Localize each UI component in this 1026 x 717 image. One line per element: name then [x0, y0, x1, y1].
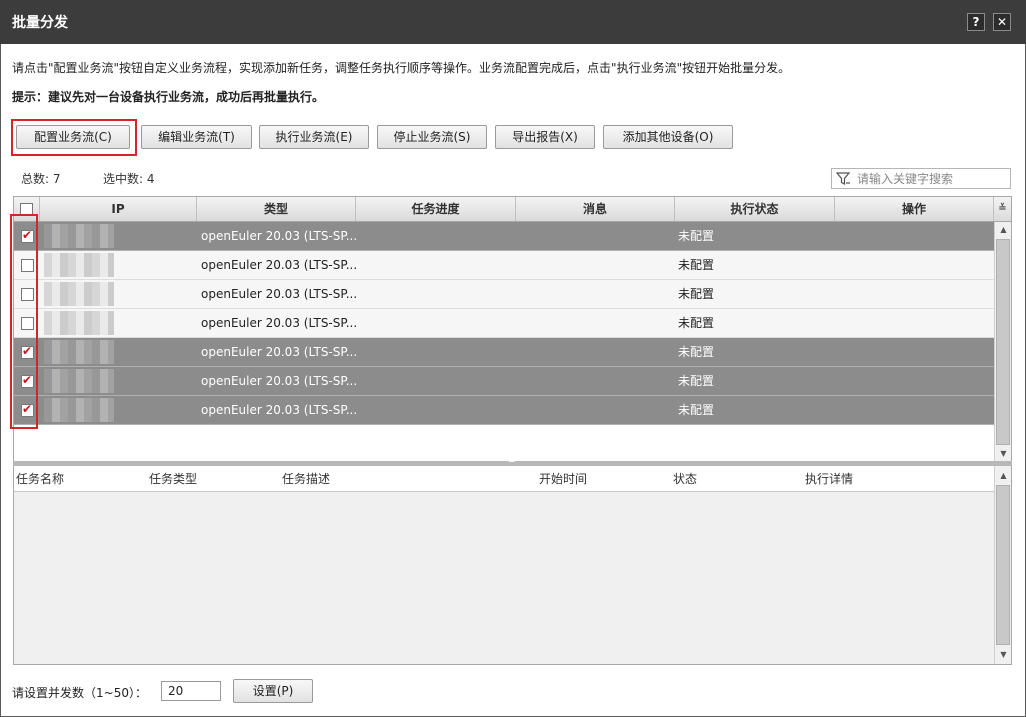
scroll-up-icon[interactable]: ▲ [995, 222, 1011, 238]
row-type: openEuler 20.03 (LTS-SP... [201, 287, 358, 301]
col-message[interactable]: 消息 [516, 197, 675, 221]
device-row[interactable]: openEuler 20.03 (LTS-SP... 未配置 [14, 251, 994, 280]
device-row[interactable]: openEuler 20.03 (LTS-SP... 未配置 [14, 338, 994, 367]
row-checkbox[interactable] [21, 317, 34, 330]
ip-redacted [44, 282, 114, 306]
task-scroll-thumb[interactable] [996, 485, 1010, 645]
tip-text: 提示：建议先对一台设备执行业务流，成功后再批量执行。 [12, 90, 325, 104]
select-all-checkbox[interactable] [20, 203, 33, 216]
row-type: openEuler 20.03 (LTS-SP... [201, 345, 358, 359]
column-menu-icon[interactable]: ≚ [994, 197, 1011, 221]
concurrency-input[interactable] [161, 681, 221, 701]
ip-redacted [44, 369, 114, 393]
device-table-header: IP 类型 任务进度 消息 执行状态 操作 ≚ [14, 197, 1011, 222]
configure-workflow-button[interactable]: 配置业务流(C) [16, 125, 130, 149]
device-row[interactable]: openEuler 20.03 (LTS-SP... 未配置 [14, 280, 994, 309]
task-table-header: 任务名称 任务类型 任务描述 开始时间 状态 执行详情 [14, 466, 994, 492]
task-scroll-down-icon[interactable]: ▼ [995, 647, 1012, 663]
col-action[interactable]: 操作 [835, 197, 994, 221]
col-task-status: 状态 [673, 472, 698, 486]
row-status: 未配置 [678, 287, 715, 301]
scroll-down-icon[interactable]: ▼ [995, 446, 1011, 462]
selected-count: 选中数: 4 [103, 172, 155, 186]
row-type: openEuler 20.03 (LTS-SP... [201, 258, 358, 272]
device-row[interactable]: openEuler 20.03 (LTS-SP... 未配置 [14, 367, 994, 396]
device-row[interactable]: openEuler 20.03 (LTS-SP... 未配置 [14, 309, 994, 338]
total-count: 总数: 7 [21, 172, 61, 186]
row-type: openEuler 20.03 (LTS-SP... [201, 229, 358, 243]
row-checkbox[interactable] [21, 344, 34, 359]
row-status: 未配置 [678, 403, 715, 417]
col-type[interactable]: 类型 [197, 197, 356, 221]
add-device-button[interactable]: 添加其他设备(O) [603, 125, 733, 149]
col-task-type: 任务类型 [149, 472, 198, 486]
row-type: openEuler 20.03 (LTS-SP... [201, 316, 358, 330]
intro-text: 请点击"配置业务流"按钮自定义业务流程，实现添加新任务，调整任务执行顺序等操作。… [12, 61, 791, 75]
ip-redacted [44, 398, 114, 422]
row-status: 未配置 [678, 258, 715, 272]
device-row[interactable]: openEuler 20.03 (LTS-SP... 未配置 [14, 222, 994, 251]
device-table: IP 类型 任务进度 消息 执行状态 操作 ≚ openEuler 20.03 … [13, 196, 1012, 463]
col-task-name: 任务名称 [16, 472, 65, 486]
row-checkbox[interactable] [21, 228, 34, 243]
col-status[interactable]: 执行状态 [675, 197, 835, 221]
close-icon[interactable]: ✕ [993, 13, 1011, 31]
help-icon[interactable]: ? [967, 13, 985, 31]
row-checkbox[interactable] [21, 402, 34, 417]
export-report-button[interactable]: 导出报告(X) [495, 125, 595, 149]
row-checkbox[interactable] [21, 288, 34, 301]
row-checkbox[interactable] [21, 259, 34, 272]
col-start-time: 开始时间 [539, 472, 588, 486]
task-table-scrollbar[interactable]: ▲ ▼ [994, 466, 1011, 664]
search-box[interactable] [831, 168, 1011, 189]
row-type: openEuler 20.03 (LTS-SP... [201, 403, 358, 417]
row-status: 未配置 [678, 229, 715, 243]
ip-redacted [44, 311, 114, 335]
row-checkbox[interactable] [21, 373, 34, 388]
device-table-scrollbar[interactable]: ▲ ▼ [994, 222, 1011, 462]
search-input[interactable] [857, 170, 1007, 187]
device-row[interactable]: openEuler 20.03 (LTS-SP... 未配置 [14, 396, 994, 425]
task-table: 任务名称 任务类型 任务描述 开始时间 状态 执行详情 ▲ ▼ [13, 466, 1012, 665]
row-status: 未配置 [678, 374, 715, 388]
row-status: 未配置 [678, 316, 715, 330]
concurrency-label: 请设置并发数（1~50）： [12, 686, 147, 700]
col-exec-detail: 执行详情 [805, 472, 854, 486]
col-progress[interactable]: 任务进度 [356, 197, 516, 221]
stop-workflow-button[interactable]: 停止业务流(S) [377, 125, 487, 149]
edit-workflow-button[interactable]: 编辑业务流(T) [141, 125, 252, 149]
ip-redacted [44, 224, 114, 248]
window-titlebar: 批量分发 ? ✕ [0, 0, 1026, 44]
window-title: 批量分发 [12, 15, 68, 31]
col-task-desc: 任务描述 [282, 472, 331, 486]
row-status: 未配置 [678, 345, 715, 359]
col-ip[interactable]: IP [40, 197, 197, 221]
set-concurrency-button[interactable]: 设置(P) [233, 679, 313, 703]
ip-redacted [44, 340, 114, 364]
scroll-thumb[interactable] [996, 239, 1010, 445]
execute-workflow-button[interactable]: 执行业务流(E) [259, 125, 369, 149]
row-type: openEuler 20.03 (LTS-SP... [201, 374, 358, 388]
task-scroll-up-icon[interactable]: ▲ [995, 468, 1012, 484]
filter-icon [836, 172, 851, 185]
ip-redacted [44, 253, 114, 277]
